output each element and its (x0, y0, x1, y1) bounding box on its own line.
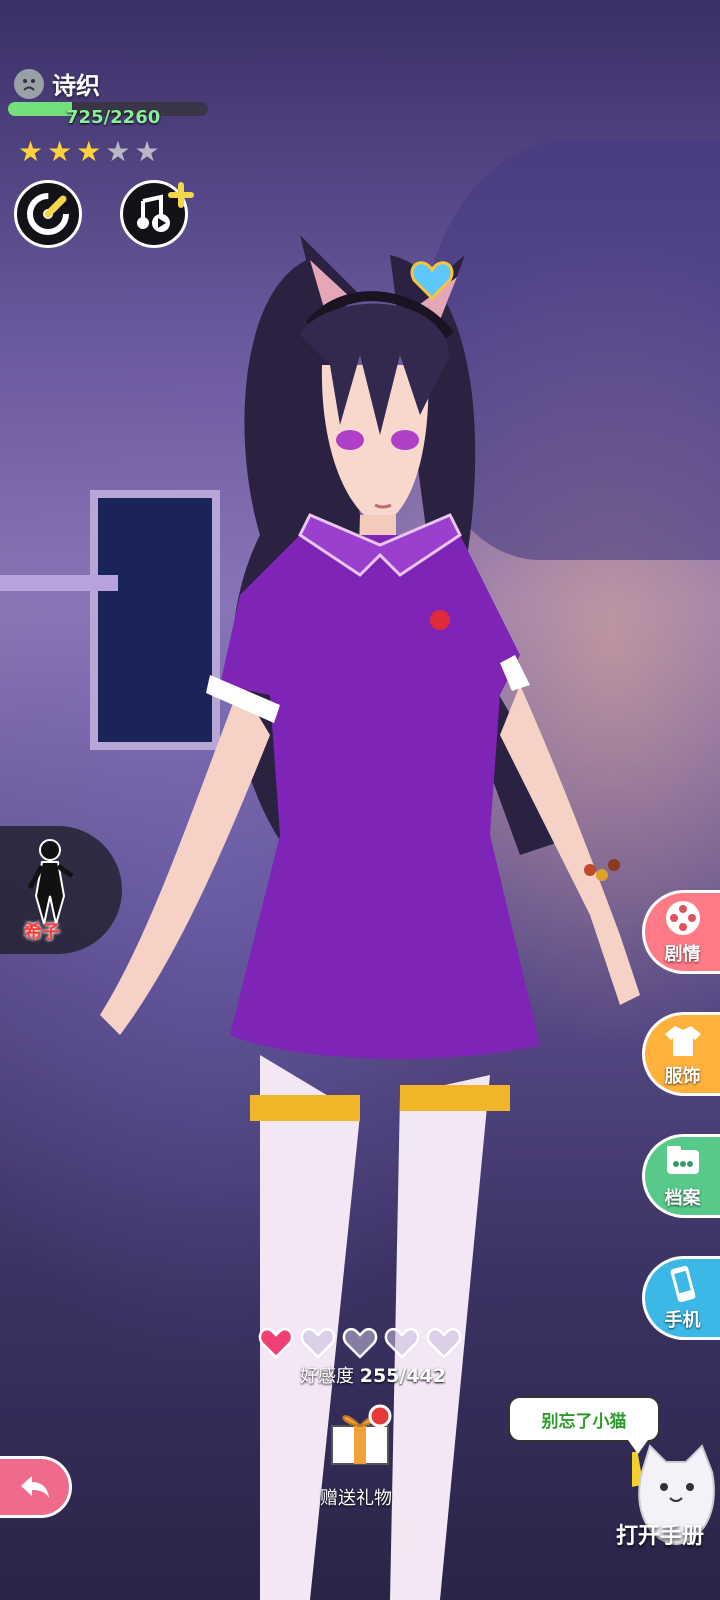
back-arrow-icon (20, 1476, 49, 1498)
affection-label: 好感度 (300, 1366, 354, 1387)
exp-text: 725/2260 (66, 107, 161, 128)
profile-label: 档案 (664, 1188, 701, 1209)
affection-hearts (258, 1325, 462, 1361)
character-name: 诗织 (52, 72, 100, 100)
heart-filled-icon (258, 1327, 294, 1359)
star-filled-icon: ★ (47, 135, 73, 168)
exp-progress-fill (8, 102, 73, 116)
sad-face-icon (14, 68, 44, 99)
star-filled-icon: ★ (76, 135, 102, 168)
affection-text: 好感度 255/442 (300, 1362, 446, 1388)
phone-button[interactable]: 手机 (642, 1256, 720, 1340)
character-silhouette-icon (27, 839, 74, 925)
affection-value: 255/442 (359, 1365, 446, 1387)
star-empty-icon: ★ (105, 135, 131, 168)
film-reel-icon (665, 901, 700, 935)
star-filled-icon: ★ (18, 135, 44, 168)
character-model[interactable] (60, 215, 660, 1600)
gift-label: 赠送礼物 (320, 1488, 392, 1509)
switch-character-label: 希子 (24, 922, 60, 943)
gauge-icon (27, 193, 69, 235)
heart-empty-icon (300, 1327, 336, 1359)
chat-folder-icon (666, 1146, 699, 1174)
star-empty-icon: ★ (134, 135, 160, 168)
open-handbook-label[interactable]: 打开手册 (616, 1518, 704, 1550)
gauge-button[interactable] (14, 180, 82, 248)
outfit-label: 服饰 (664, 1066, 701, 1087)
heart-empty-icon (342, 1327, 378, 1359)
heart-empty-icon (426, 1327, 462, 1359)
story-button[interactable]: 剧情 (642, 890, 720, 974)
outfit-button[interactable]: 服饰 (642, 1012, 720, 1096)
story-label: 剧情 (664, 944, 701, 965)
character-header: 诗织 (14, 66, 100, 101)
plus-icon (168, 182, 194, 208)
heart-empty-icon (384, 1327, 420, 1359)
phone-label: 手机 (664, 1310, 701, 1331)
back-button[interactable] (0, 1456, 72, 1518)
profile-button[interactable]: 档案 (642, 1134, 720, 1218)
clothes-icon (664, 1026, 701, 1056)
gift-button[interactable] (322, 1396, 402, 1476)
star-rating: ★ ★ ★ ★ ★ (18, 138, 160, 166)
phone-icon (670, 1265, 695, 1303)
gift-box-icon (331, 1404, 392, 1465)
switch-character-tab[interactable] (0, 826, 122, 954)
